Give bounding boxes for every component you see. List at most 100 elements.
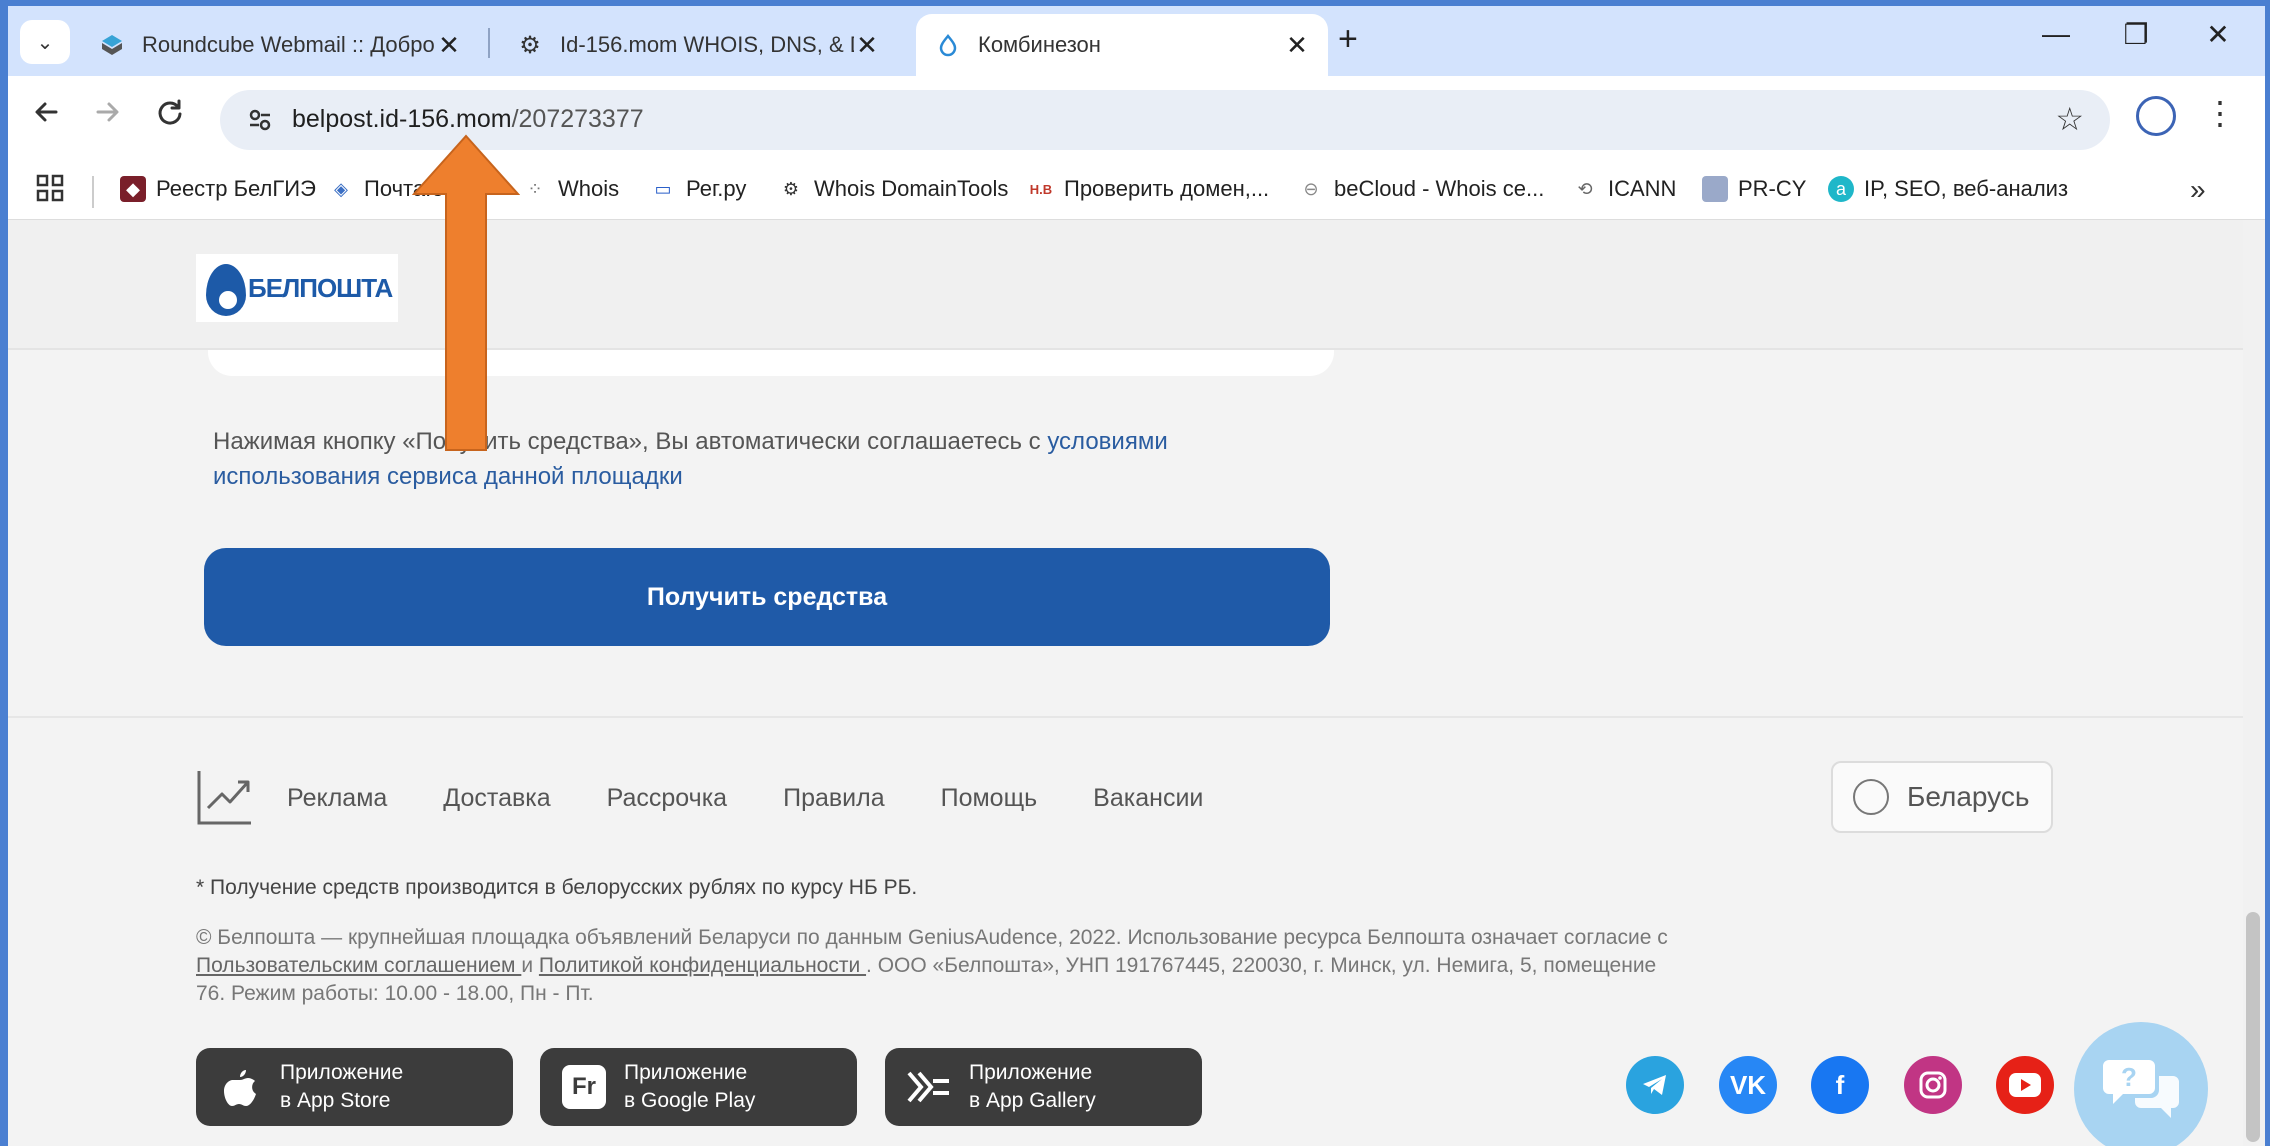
bookmark-item[interactable]: ⊖ beCloud - Whois се... bbox=[1298, 176, 1544, 202]
region-selector[interactable]: Беларусь bbox=[1831, 761, 2053, 833]
reload-icon bbox=[158, 99, 182, 125]
footer-link-installments[interactable]: Рассрочка bbox=[607, 784, 727, 813]
bookmark-label: beCloud - Whois се... bbox=[1334, 176, 1545, 201]
bookmark-item[interactable]: ◆ Реестр БелГИЭ bbox=[120, 176, 316, 202]
legal-part: и bbox=[521, 954, 539, 977]
minimize-button[interactable]: — bbox=[2031, 18, 2081, 50]
bookmark-separator bbox=[92, 176, 94, 208]
back-button[interactable] bbox=[24, 98, 68, 134]
annotation-arrow-icon bbox=[412, 134, 520, 451]
google-play-button[interactable]: Fr Приложение в Google Play bbox=[540, 1048, 857, 1126]
tab-whois[interactable]: ⚙ Id-156.mom WHOIS, DNS, & D ✕ bbox=[498, 14, 898, 76]
consent-text: Нажимая кнопку «Получить средства», Вы а… bbox=[213, 424, 1313, 494]
footer-link-help[interactable]: Помощь bbox=[941, 784, 1038, 813]
bookmark-label: IP, SEO, веб-анализ bbox=[1864, 176, 2069, 201]
logo-text: БЕЛПОШТА bbox=[248, 272, 393, 303]
store-line1: Приложение bbox=[280, 1061, 404, 1084]
url-text[interactable]: belpost.id-156.mom/207273377 bbox=[292, 105, 644, 134]
roundcube-icon bbox=[98, 31, 126, 59]
more-bookmarks-icon[interactable]: » bbox=[2190, 174, 2206, 206]
region-label: Беларусь bbox=[1907, 781, 2030, 812]
web-page: БЕЛПОШТА Нажимая кнопку «Получить средст… bbox=[8, 220, 2243, 1146]
cloud-icon: ⊖ bbox=[1303, 178, 1319, 199]
url-host: belpost.id-156.mom bbox=[292, 105, 512, 133]
consent-prefix: Нажимая кнопку «Получить средства», Вы а… bbox=[213, 428, 1048, 455]
bookmark-item[interactable]: ▭ Рег.ру bbox=[650, 176, 746, 202]
dots-icon: ⁘ bbox=[527, 178, 543, 199]
bookmark-item[interactable]: ⚙ Whois DomainTools bbox=[778, 176, 1008, 202]
globe-icon bbox=[1853, 779, 1889, 815]
youtube-icon[interactable] bbox=[1996, 1056, 2054, 1114]
bookmark-item[interactable]: ⁘ Whois bbox=[522, 176, 619, 202]
close-icon[interactable]: ✕ bbox=[854, 30, 880, 61]
close-icon[interactable]: ✕ bbox=[1284, 30, 1310, 61]
reload-button[interactable] bbox=[148, 98, 192, 134]
bookmark-label: Реестр БелГИЭ bbox=[156, 176, 316, 201]
footer-divider bbox=[8, 716, 2243, 718]
legal-part: © Белпошта — крупнейшая площадка объявле… bbox=[196, 926, 1668, 949]
restore-button[interactable]: ❐ bbox=[2111, 18, 2161, 51]
bookmark-item[interactable]: ⟲ ICANN bbox=[1572, 176, 1676, 202]
bookmarks-bar: ◆ Реестр БелГИЭ ◈ Почта.бру ⁘ Whois ▭ Рег.ру… bbox=[8, 164, 2265, 220]
footer-link-delivery[interactable]: Доставка bbox=[443, 784, 550, 813]
facebook-icon[interactable]: f bbox=[1811, 1056, 1869, 1114]
hb-icon: Н.В bbox=[1029, 181, 1053, 197]
store-line2: в App Gallery bbox=[969, 1089, 1096, 1112]
profile-icon[interactable] bbox=[2136, 96, 2176, 136]
bookmark-label: Whois bbox=[558, 176, 620, 201]
legal-text: © Белпошта — крупнейшая площадка объявле… bbox=[196, 924, 1686, 1008]
form-card bbox=[208, 350, 1334, 376]
telegram-icon[interactable] bbox=[1626, 1056, 1684, 1114]
store-line1: Приложение bbox=[969, 1061, 1093, 1084]
apps-grid-icon[interactable] bbox=[36, 174, 64, 209]
footer-nav: Реклама Доставка Рассрочка Правила Помощ… bbox=[287, 784, 1259, 813]
bookmark-item[interactable]: a IP, SEO, веб-анализ bbox=[1828, 176, 2068, 202]
bookmark-label: PR-CY bbox=[1738, 176, 1807, 201]
tab-kombinezon[interactable]: Комбинезон ✕ bbox=[916, 14, 1328, 76]
store-line2: в App Store bbox=[280, 1089, 391, 1112]
store-line2: в Google Play bbox=[624, 1089, 756, 1112]
a-icon: a bbox=[1828, 176, 1854, 202]
get-funds-button[interactable]: Получить средства bbox=[204, 548, 1330, 646]
trend-chart-icon bbox=[196, 768, 254, 826]
gear-icon: ⚙ bbox=[519, 31, 541, 59]
bookmark-item[interactable]: Н.В Проверить домен,... bbox=[1028, 176, 1269, 202]
svg-text:?: ? bbox=[2121, 1062, 2137, 1092]
instagram-icon[interactable] bbox=[1904, 1056, 1962, 1114]
belpost-drop-icon bbox=[202, 258, 246, 318]
prcy-icon bbox=[1702, 176, 1728, 202]
help-chat-icon[interactable]: ? bbox=[2074, 1022, 2208, 1146]
new-tab-button[interactable]: + bbox=[1338, 20, 1358, 59]
url-path: /207273377 bbox=[511, 105, 644, 133]
tab-title: Комбинезон bbox=[978, 32, 1101, 57]
tab-roundcube[interactable]: Roundcube Webmail :: Добро п ✕ bbox=[80, 14, 480, 76]
footer-link-jobs[interactable]: Вакансии bbox=[1093, 784, 1203, 813]
user-agreement-link[interactable]: Пользовательским соглашением bbox=[196, 954, 521, 977]
close-window-button[interactable]: ✕ bbox=[2193, 18, 2243, 51]
belpost-logo[interactable]: БЕЛПОШТА bbox=[196, 254, 399, 322]
app-gallery-button[interactable]: Приложение в App Gallery bbox=[885, 1048, 1202, 1126]
scrollbar-thumb[interactable] bbox=[2246, 912, 2260, 1142]
folder-icon: ▭ bbox=[654, 178, 672, 199]
browser-window: ⌄ Roundcube Webmail :: Добро п ✕ ⚙ Id-15… bbox=[8, 6, 2265, 1146]
forward-button[interactable] bbox=[86, 98, 130, 134]
tab-divider bbox=[488, 28, 490, 58]
bookmark-item[interactable]: PR-CY bbox=[1702, 176, 1806, 202]
bookmark-star-icon[interactable]: ☆ bbox=[2055, 100, 2084, 138]
vk-icon[interactable]: VK bbox=[1719, 1056, 1777, 1114]
footer-link-ads[interactable]: Реклама bbox=[287, 784, 387, 813]
bookmark-label: Проверить домен,... bbox=[1064, 176, 1270, 201]
browser-toolbar: belpost.id-156.mom/207273377 ☆ ⋮ bbox=[8, 76, 2265, 164]
privacy-policy-link[interactable]: Политикой конфиденциальности bbox=[539, 954, 866, 977]
bookmark-label: Рег.ру bbox=[686, 176, 747, 201]
gallery-icon bbox=[907, 1065, 951, 1109]
footer-link-rules[interactable]: Правила bbox=[783, 784, 885, 813]
site-info-icon[interactable] bbox=[242, 102, 278, 138]
tab-search-button[interactable]: ⌄ bbox=[20, 20, 70, 64]
menu-kebab-icon[interactable]: ⋮ bbox=[2204, 94, 2236, 132]
back-arrow-icon bbox=[35, 102, 58, 122]
close-icon[interactable]: ✕ bbox=[436, 30, 462, 61]
app-store-button[interactable]: Приложение в App Store bbox=[196, 1048, 513, 1126]
shield-icon: ◆ bbox=[120, 176, 146, 202]
cube-icon: ◈ bbox=[334, 178, 348, 199]
